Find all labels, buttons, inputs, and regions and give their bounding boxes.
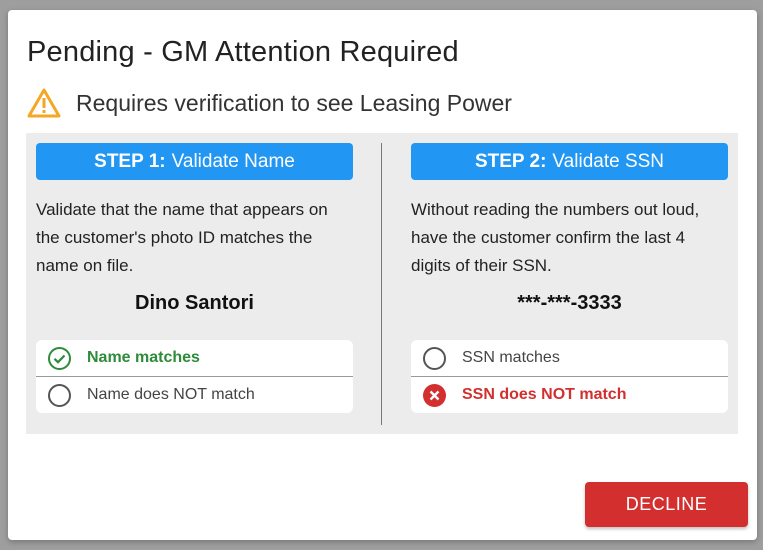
- decline-button[interactable]: DECLINE: [585, 482, 748, 527]
- dialog-title: Pending - GM Attention Required: [27, 36, 459, 68]
- step1-description: Validate that the name that appears on t…: [36, 200, 328, 275]
- column-divider: [381, 143, 382, 425]
- option-label: Name does NOT match: [87, 386, 255, 403]
- customer-name: Dino Santori: [135, 292, 254, 314]
- option-label: SSN does NOT match: [462, 386, 627, 403]
- option-ssn-not-match[interactable]: SSN does NOT match: [411, 376, 728, 413]
- masked-ssn: ***-***-3333: [517, 292, 622, 314]
- step2-label: STEP 2:: [474, 150, 547, 172]
- radio-unchecked-icon: [422, 346, 447, 371]
- step1-column: STEP 1: Validate Name Validate that the …: [36, 143, 353, 413]
- step1-options: Name matches Name does NOT match: [36, 340, 353, 413]
- option-label: SSN matches: [462, 349, 560, 366]
- step1-title: Validate Name: [171, 150, 295, 172]
- radio-unchecked-icon: [47, 383, 72, 408]
- warning-text: Requires verification to see Leasing Pow…: [76, 89, 512, 116]
- step1-label: STEP 1:: [94, 150, 166, 172]
- x-circle-icon: [422, 383, 447, 408]
- check-circle-icon: [47, 346, 72, 371]
- warning-triangle-icon: [27, 88, 61, 118]
- verification-dialog: Pending - GM Attention Required Requires…: [8, 10, 757, 540]
- option-name-not-match[interactable]: Name does NOT match: [36, 376, 353, 413]
- steps-panel: STEP 1: Validate Name Validate that the …: [26, 133, 738, 434]
- step2-title: Validate SSN: [552, 150, 665, 172]
- step2-column: STEP 2: Validate SSN Without reading the…: [411, 143, 728, 413]
- option-ssn-matches[interactable]: SSN matches: [411, 340, 728, 376]
- warning-row: Requires verification to see Leasing Pow…: [27, 88, 512, 118]
- step1-header: STEP 1: Validate Name: [36, 143, 353, 180]
- option-name-matches[interactable]: Name matches: [36, 340, 353, 376]
- option-label: Name matches: [87, 349, 200, 366]
- step2-description: Without reading the numbers out loud, ha…: [411, 200, 700, 275]
- step2-header: STEP 2: Validate SSN: [411, 143, 728, 180]
- step2-options: SSN matches SSN does NOT match: [411, 340, 728, 413]
